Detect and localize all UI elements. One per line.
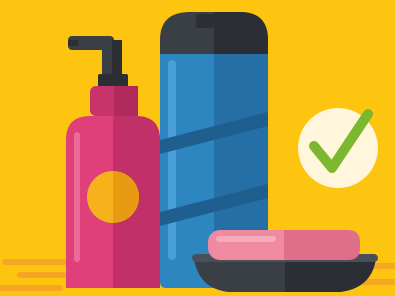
soap-bar-icon xyxy=(208,230,360,260)
illustration-canvas xyxy=(0,0,395,296)
hygiene-illustration xyxy=(0,0,395,296)
check-mark-icon xyxy=(298,108,378,188)
